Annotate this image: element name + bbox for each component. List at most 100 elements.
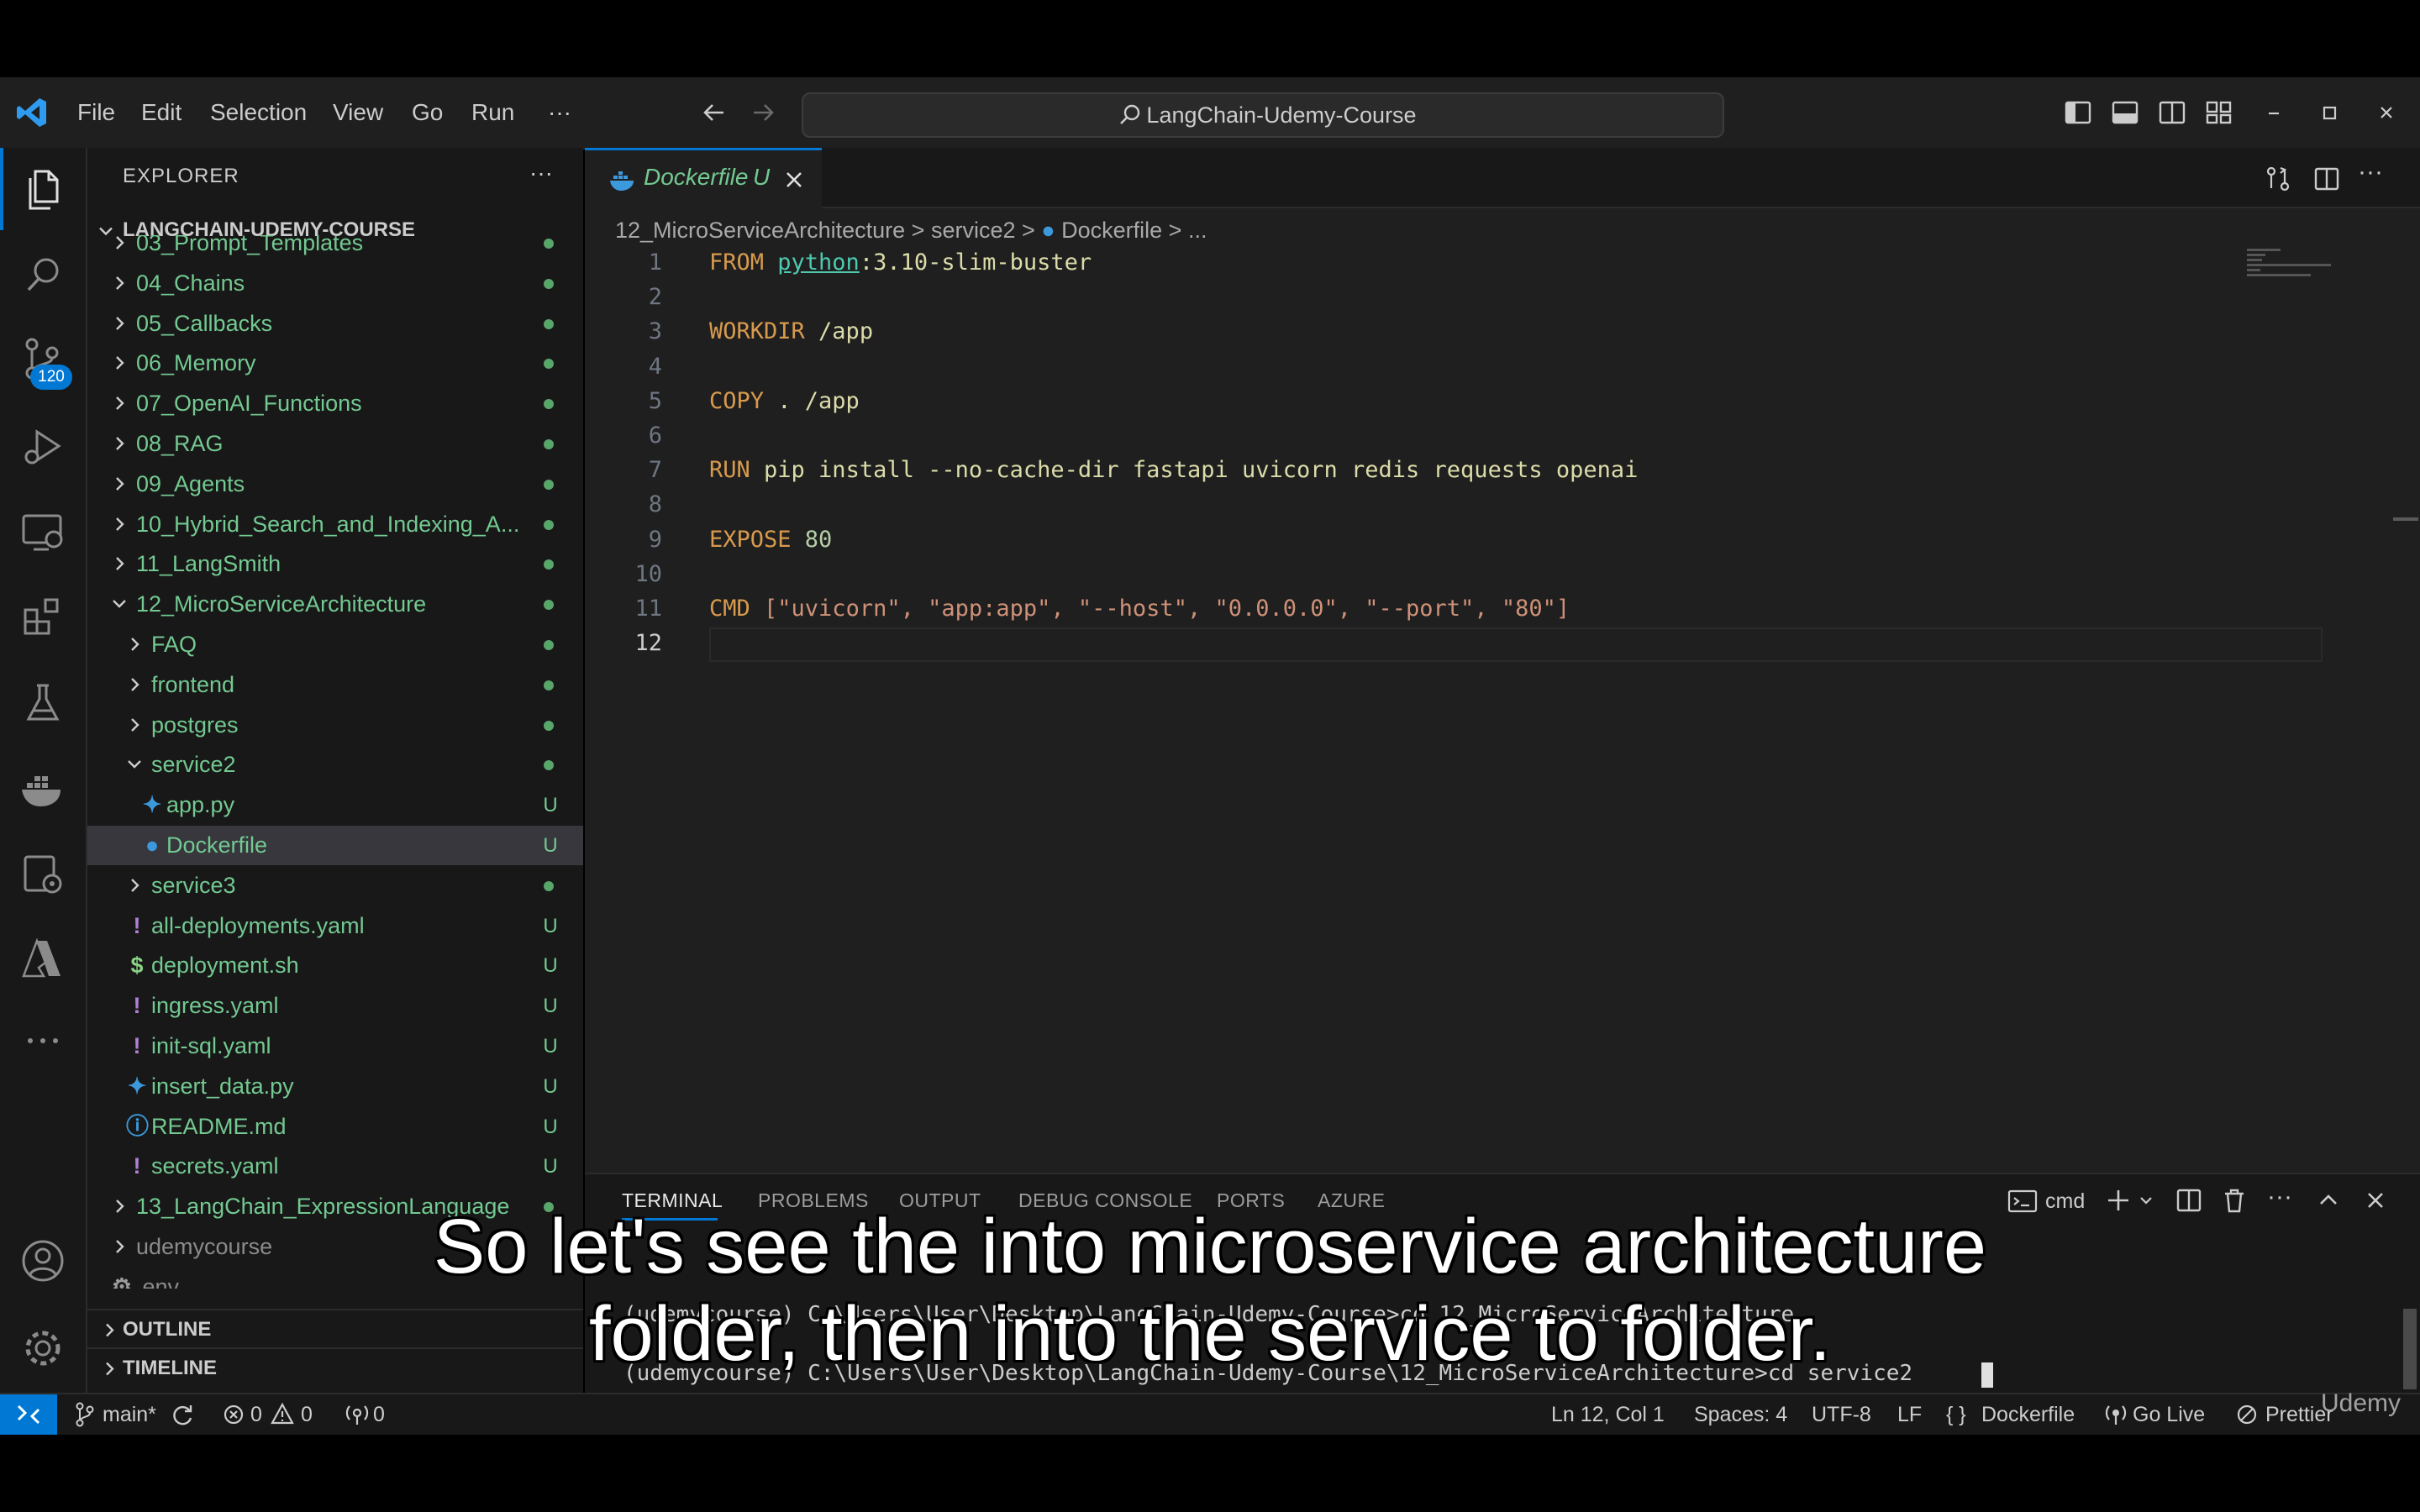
close-tab-icon[interactable]	[781, 167, 807, 192]
code-line[interactable]: 8	[585, 487, 2265, 522]
tree-item[interactable]: 08_RAG	[87, 424, 583, 464]
breadcrumb-symbols[interactable]: ...	[1188, 218, 1207, 243]
kubernetes-icon[interactable]	[18, 850, 67, 899]
indentation[interactable]: Spaces: 4	[1694, 1394, 1787, 1435]
tree-item[interactable]: 10_Hybrid_Search_and_Indexing_A...	[87, 505, 583, 544]
open-changes-icon[interactable]	[2264, 165, 2292, 193]
tree-item[interactable]: ✦ insert_data.py U	[87, 1067, 583, 1106]
minimize-icon[interactable]	[2260, 99, 2287, 126]
code-line[interactable]: 6	[585, 418, 2265, 453]
chevron-right-icon[interactable]	[124, 625, 145, 664]
chevron-right-icon[interactable]	[109, 344, 129, 383]
remote-indicator[interactable]	[0, 1394, 57, 1435]
chevron-right-icon[interactable]	[109, 264, 129, 303]
chevron-right-icon[interactable]	[109, 424, 129, 464]
tree-item[interactable]: ! all-deployments.yaml U	[87, 906, 583, 946]
explorer-more-button[interactable]: ···	[529, 160, 553, 186]
toggle-secondary-sidebar-icon[interactable]	[2158, 99, 2186, 126]
menu-go[interactable]: Go	[412, 77, 443, 148]
code-line[interactable]: 2	[585, 280, 2265, 314]
chevron-down-icon[interactable]	[124, 745, 145, 785]
breadcrumb-subfolder[interactable]: service2	[931, 218, 1016, 243]
toggle-sidebar-icon[interactable]	[2064, 99, 2092, 126]
tree-item[interactable]: ! init-sql.yaml U	[87, 1026, 583, 1066]
sync-icon[interactable]	[170, 1394, 195, 1435]
editor-more-actions-icon[interactable]: ···	[2358, 158, 2383, 186]
tree-item[interactable]: ⓘ README.md U	[87, 1107, 583, 1147]
minimap[interactable]	[2247, 247, 2339, 297]
tree-item[interactable]: $ deployment.sh U	[87, 946, 583, 985]
chevron-right-icon[interactable]	[109, 544, 129, 584]
tree-item[interactable]: ● Dockerfile U	[87, 826, 583, 865]
tree-item[interactable]: 07_OpenAI_Functions	[87, 384, 583, 423]
menu-selection[interactable]: Selection	[210, 77, 307, 148]
tree-item[interactable]: 12_MicroServiceArchitecture	[87, 585, 583, 624]
tree-item[interactable]: 11_LangSmith	[87, 544, 583, 584]
code-line[interactable]: 7 RUN pip install --no-cache-dir fastapi …	[585, 453, 2265, 487]
search-icon[interactable]	[18, 250, 67, 299]
tree-item[interactable]: service3	[87, 866, 583, 906]
close-window-icon[interactable]	[2373, 99, 2400, 126]
tree-item[interactable]: frontend	[87, 665, 583, 705]
end-of-line[interactable]: LF	[1897, 1394, 1922, 1435]
command-center-search[interactable]: LangChain-Udemy-Course	[802, 92, 1724, 138]
ports-count[interactable]: 0	[373, 1394, 385, 1435]
tree-item[interactable]: FAQ	[87, 625, 583, 664]
back-arrow-icon[interactable]	[701, 99, 728, 126]
chevron-right-icon[interactable]	[124, 665, 145, 705]
azure-icon[interactable]	[18, 934, 67, 983]
code-line[interactable]: 10	[585, 557, 2265, 591]
tree-item[interactable]: 04_Chains	[87, 264, 583, 303]
code-line[interactable]: 12	[585, 626, 2265, 660]
chevron-right-icon[interactable]	[109, 384, 129, 423]
toggle-panel-icon[interactable]	[2111, 99, 2139, 126]
chevron-right-icon[interactable]	[109, 235, 129, 263]
warning-count[interactable]: 0	[301, 1394, 313, 1435]
go-live-button[interactable]: Go Live	[2133, 1394, 2205, 1435]
chevron-right-icon[interactable]	[124, 866, 145, 906]
docker-icon[interactable]	[18, 764, 67, 813]
run-debug-icon[interactable]	[18, 422, 67, 470]
code-line[interactable]: 3 WORKDIR /app	[585, 314, 2265, 349]
tree-item[interactable]: postgres	[87, 706, 583, 745]
menu-edit[interactable]: Edit	[141, 77, 182, 148]
tree-item[interactable]: 06_Memory	[87, 344, 583, 383]
explorer-icon[interactable]	[18, 165, 67, 213]
language-mode[interactable]: Dockerfile	[1981, 1394, 2075, 1435]
code-line[interactable]: 4	[585, 349, 2265, 384]
menu-view[interactable]: View	[333, 77, 383, 148]
tree-item[interactable]: ✦ app.py U	[87, 785, 583, 825]
chevron-right-icon[interactable]	[109, 505, 129, 544]
menu-file[interactable]: File	[77, 77, 115, 148]
chevron-right-icon[interactable]	[109, 465, 129, 504]
cursor-position[interactable]: Ln 12, Col 1	[1551, 1394, 1665, 1435]
testing-flask-icon[interactable]	[18, 679, 67, 727]
code-editor[interactable]: 1 FROM python:3.10-slim-buster 2 3 WORKDIR /…	[585, 245, 2265, 665]
maximize-icon[interactable]	[2316, 99, 2343, 126]
tree-item[interactable]: service2	[87, 745, 583, 785]
chevron-right-icon[interactable]	[124, 706, 145, 745]
extensions-icon[interactable]	[18, 593, 67, 642]
code-line[interactable]: 9 EXPOSE 80	[585, 522, 2265, 557]
tab-dockerfile[interactable]: Dockerfile U	[585, 148, 822, 211]
menu-more[interactable]: ···	[548, 77, 571, 148]
more-views-icon[interactable]	[18, 1016, 67, 1065]
code-line[interactable]: 5 COPY . /app	[585, 384, 2265, 418]
customize-layout-icon[interactable]	[2205, 99, 2233, 126]
code-line[interactable]: 1 FROM python:3.10-slim-buster	[585, 245, 2265, 280]
code-line[interactable]: 11 CMD ["uvicorn", "app:app", "--host", "…	[585, 591, 2265, 626]
forward-arrow-icon[interactable]	[750, 99, 776, 126]
tree-item[interactable]: ! secrets.yaml U	[87, 1147, 583, 1186]
breadcrumb-folder[interactable]: 12_MicroServiceArchitecture	[615, 218, 905, 243]
chevron-down-icon[interactable]	[109, 585, 129, 624]
tree-item[interactable]: 09_Agents	[87, 465, 583, 504]
branch-name[interactable]: main*	[103, 1394, 156, 1435]
menu-run[interactable]: Run	[471, 77, 514, 148]
tree-item[interactable]: ! ingress.yaml U	[87, 986, 583, 1026]
breadcrumb-file[interactable]: Dockerfile	[1061, 218, 1162, 243]
tree-item[interactable]: 05_Callbacks	[87, 304, 583, 344]
split-editor-icon[interactable]	[2312, 165, 2341, 193]
tree-item[interactable]: 03_Prompt_Templates	[87, 235, 583, 263]
remote-explorer-icon[interactable]	[18, 507, 67, 556]
chevron-right-icon[interactable]	[109, 304, 129, 344]
